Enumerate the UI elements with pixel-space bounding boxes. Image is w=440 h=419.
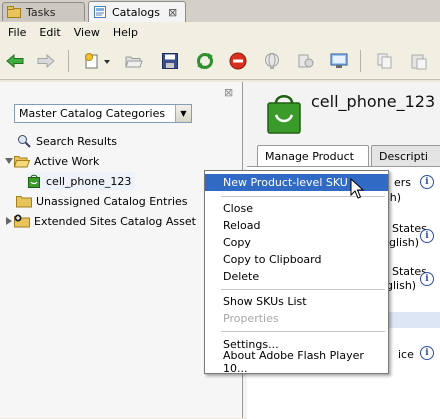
tree-item-search-results[interactable]: Search Results (16, 132, 117, 150)
tree-item-extended-sites[interactable]: Extended Sites Catalog Asset (4, 212, 196, 230)
menu-separator (221, 289, 385, 290)
menu-view[interactable]: View (66, 26, 105, 39)
catalogs-icon (94, 6, 106, 18)
tab-catalogs-label: Catalogs (112, 5, 160, 19)
field-label-fragment: ers (394, 176, 412, 189)
menu-item-label: Copy (223, 236, 251, 249)
tab-label: Manage Product (265, 149, 354, 163)
selected-field-row[interactable] (388, 312, 440, 328)
new-button[interactable] (81, 51, 113, 71)
search-icon (16, 134, 32, 148)
save-button[interactable] (160, 51, 180, 71)
open-folder-icon (125, 56, 143, 67)
menu-help[interactable]: Help (105, 26, 143, 39)
menu-item-label: Delete (223, 270, 260, 283)
menu-item-label: Properties (223, 312, 279, 325)
close-tab-icon[interactable]: ⊠ (168, 6, 177, 19)
tree-item-label: Extended Sites Catalog Asset (34, 214, 196, 228)
product-bag-icon (267, 95, 301, 134)
tree-item-label: Active Work (34, 154, 100, 168)
tab-tasks-label: Tasks (26, 5, 56, 19)
collapse-icon[interactable] (4, 154, 14, 168)
globe-button[interactable] (262, 51, 282, 71)
info-icon[interactable]: i (420, 229, 434, 243)
open-button[interactable] (124, 51, 144, 71)
tab-label: Descripti (379, 149, 428, 163)
dropdown-value: Master Catalog Categories (19, 107, 166, 120)
context-menu: New Product-level SKU Close Reload Copy … (204, 170, 389, 375)
mouse-cursor-icon (350, 178, 364, 199)
menu-item-properties: Properties (205, 310, 388, 327)
info-icon[interactable]: i (420, 272, 434, 286)
menu-edit[interactable]: Edit (31, 26, 65, 39)
stop-icon (229, 52, 247, 70)
folder-icon (16, 194, 32, 208)
menu-item-show-skus-list[interactable]: Show SKUs List (205, 293, 388, 310)
tasks-folder-icon (7, 6, 21, 18)
menu-item-reload[interactable]: Reload (205, 217, 388, 234)
tree-item-label: Search Results (36, 134, 118, 148)
tree-item-label: cell_phone_123 (46, 174, 132, 188)
field-label-fragment: ice (398, 348, 414, 361)
product-bag-icon (26, 174, 42, 188)
globe-icon (265, 53, 279, 69)
link-button[interactable] (296, 51, 316, 71)
tab-manage-product[interactable]: Manage Product (257, 145, 369, 166)
toolbar (0, 42, 440, 80)
folder-open-icon (14, 154, 30, 168)
tree-item-cell-phone[interactable]: cell_phone_123 (26, 172, 136, 190)
product-title: cell_phone_123 (311, 92, 436, 111)
menu-bar: File Edit View Help (0, 22, 440, 42)
field-label-fragment: glish) (386, 279, 417, 292)
menu-separator (221, 331, 385, 332)
tab-descriptions[interactable]: Descripti (371, 145, 440, 166)
menu-item-label: Copy to Clipboard (223, 253, 322, 266)
paste-button[interactable] (409, 51, 429, 71)
chevron-down-icon[interactable]: ▼ (175, 105, 191, 122)
menu-item-about-flash[interactable]: About Adobe Flash Player 10... (205, 349, 388, 375)
tab-tasks[interactable]: Tasks (2, 2, 85, 21)
refresh-button[interactable] (195, 51, 215, 71)
menu-item-label: Reload (223, 219, 261, 232)
preview-button[interactable] (329, 51, 349, 71)
new-item-icon (85, 53, 110, 69)
menu-item-label: New Product-level SKU (223, 176, 348, 189)
menu-item-close[interactable]: Close (205, 200, 388, 217)
document-tab-strip: Tasks Catalogs ⊠ (0, 0, 440, 23)
tab-catalogs[interactable]: Catalogs ⊠ (88, 1, 186, 22)
preview-icon (330, 53, 348, 68)
stop-button[interactable] (228, 51, 248, 71)
copy-button[interactable] (375, 51, 395, 71)
forward-button[interactable] (36, 51, 56, 71)
save-icon (162, 53, 178, 69)
toolbar-separator (68, 50, 69, 72)
info-icon[interactable]: i (420, 346, 434, 360)
panel-close-icon[interactable]: ⊠ (224, 86, 233, 99)
info-icon[interactable]: i (420, 175, 434, 189)
store-folder-icon (14, 214, 30, 228)
tree-item-label: Unassigned Catalog Entries (36, 194, 188, 208)
refresh-icon (197, 53, 213, 69)
tree-item-active-work[interactable]: Active Work (4, 152, 99, 170)
tree-item-unassigned[interactable]: Unassigned Catalog Entries (16, 192, 188, 210)
paste-icon (411, 54, 427, 70)
menu-item-label: Close (223, 202, 253, 215)
menu-item-copy[interactable]: Copy (205, 234, 388, 251)
back-arrow-icon (6, 54, 24, 68)
catalog-category-dropdown[interactable]: Master Catalog Categories ▼ (14, 104, 192, 123)
toolbar-separator (360, 50, 361, 72)
menu-item-label: About Adobe Flash Player 10... (223, 348, 364, 375)
forward-arrow-icon (37, 54, 55, 68)
menu-item-copy-to-clipboard[interactable]: Copy to Clipboard (205, 251, 388, 268)
menu-file[interactable]: File (0, 26, 31, 39)
menu-item-delete[interactable]: Delete (205, 268, 388, 285)
link-icon (298, 54, 314, 68)
copy-icon (377, 53, 392, 69)
back-button[interactable] (5, 51, 25, 71)
expand-icon[interactable] (4, 214, 14, 228)
menu-item-label: Show SKUs List (223, 295, 307, 308)
